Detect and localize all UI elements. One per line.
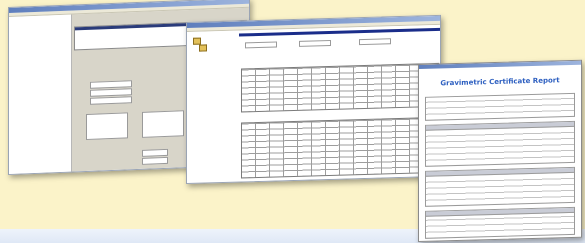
report-section-measurements bbox=[425, 206, 575, 239]
section-rows bbox=[426, 126, 574, 166]
report-section-header-info bbox=[425, 92, 575, 121]
filter-field[interactable] bbox=[359, 38, 391, 46]
calibration-window bbox=[186, 14, 441, 185]
folder-icon bbox=[199, 44, 207, 52]
filter-field[interactable] bbox=[245, 41, 277, 49]
measurements-table[interactable] bbox=[241, 116, 439, 179]
results-table[interactable] bbox=[241, 62, 439, 113]
section-rows bbox=[426, 212, 574, 238]
options-group bbox=[142, 110, 184, 138]
form-field[interactable] bbox=[142, 156, 168, 165]
panel-header-bar bbox=[239, 27, 440, 37]
form-field[interactable] bbox=[90, 96, 132, 105]
filter-field[interactable] bbox=[299, 39, 331, 47]
report-section-instrument bbox=[425, 120, 575, 167]
report-section-results bbox=[425, 166, 575, 207]
report-window-titlebar bbox=[419, 60, 581, 69]
section-rows bbox=[426, 172, 574, 206]
section-rows bbox=[426, 93, 574, 120]
form-field[interactable] bbox=[142, 148, 168, 157]
calibration-panel bbox=[239, 24, 440, 182]
navigation-pane[interactable] bbox=[9, 14, 72, 174]
certificate-report-window: Gravimetric Certificate Report bbox=[418, 59, 582, 243]
report-title: Gravimetric Certificate Report bbox=[440, 76, 560, 88]
options-group bbox=[86, 112, 128, 141]
tree-pane[interactable] bbox=[187, 30, 239, 72]
